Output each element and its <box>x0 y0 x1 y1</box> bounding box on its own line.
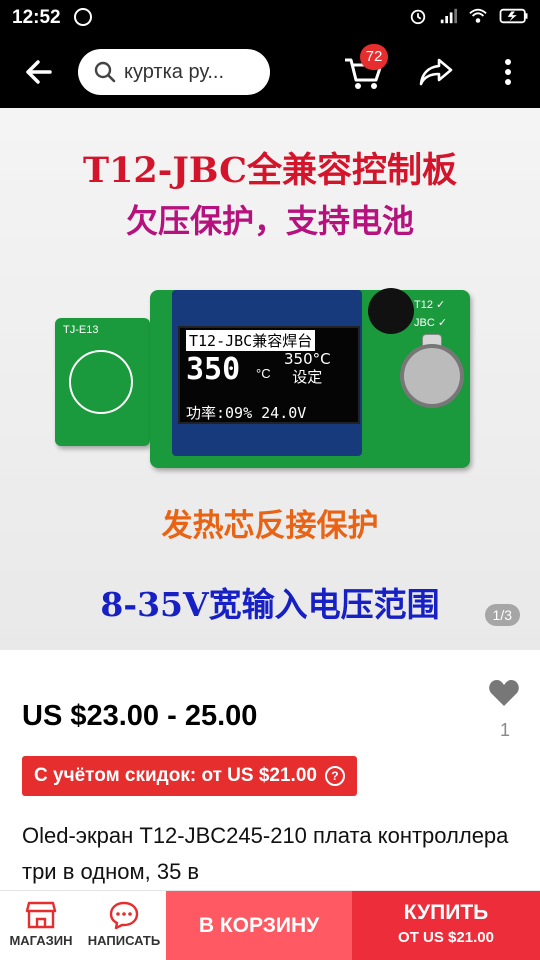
connector-circle <box>69 350 133 414</box>
search-input[interactable]: куртка ру... <box>78 49 270 95</box>
message-label: НАПИСАТЬ <box>87 933 161 948</box>
oled-setpoint: 350°C 设定 <box>284 350 331 386</box>
chat-icon <box>109 901 139 930</box>
shop-button[interactable]: МАГАЗИН <box>0 891 82 960</box>
bottom-action-bar: МАГАЗИН НАПИСАТЬ В КОРЗИНУ КУПИТЬ ОТ US … <box>0 890 540 960</box>
buy-label: КУПИТЬ <box>403 901 489 924</box>
heart-icon[interactable] <box>488 678 520 708</box>
oled-set-temp: 350°C <box>284 350 331 368</box>
more-options-icon[interactable] <box>496 56 520 88</box>
search-icon <box>94 61 116 83</box>
image-counter: 1/3 <box>484 604 520 626</box>
price: US $23.00 - 25.00 <box>22 700 258 732</box>
board-tag: TJ-E13 <box>63 324 99 336</box>
store-icon <box>25 901 57 929</box>
buy-now-button[interactable]: КУПИТЬ ОТ US $21.00 <box>352 891 540 960</box>
search-query: куртка ру... <box>124 60 225 83</box>
rotary-encoder <box>400 344 464 408</box>
oled-title: T12-JBC兼容焊台 <box>186 330 316 351</box>
image-feature-1: 发热芯反接保护 <box>161 508 379 544</box>
product-image-carousel[interactable]: T12-JBC全兼容控制板 欠压保护，支持电池 TJ-E13 T12 ✓ JBC… <box>0 108 540 650</box>
favorites-count: 1 <box>499 720 510 740</box>
shop-label: МАГАЗИН <box>9 933 73 948</box>
oled-set-label: 设定 <box>292 368 323 386</box>
oled-status: 功率:09% 24.0V <box>186 404 307 422</box>
status-icons <box>408 7 530 25</box>
back-arrow-icon[interactable] <box>20 54 56 90</box>
alarm-icon <box>410 9 426 25</box>
question-icon: ? <box>324 766 345 786</box>
image-feature-2: 8-35V宽输入电压范围 <box>100 585 440 624</box>
buy-price: ОТ US $21.00 <box>398 929 494 946</box>
battery-icon <box>499 8 528 24</box>
board-label-jbc: JBC ✓ <box>414 317 448 329</box>
image-subheadline: 欠压保护，支持电池 <box>125 202 414 240</box>
cart-count-badge: 72 <box>360 44 388 70</box>
discount-badge[interactable]: С учётом скидок: от US $21.00 ? <box>22 756 357 796</box>
status-time: 12:52 <box>12 7 61 28</box>
oled-unit: °C <box>256 366 271 381</box>
signal-icon <box>440 8 457 24</box>
app-bar: куртка ру... 72 <box>0 36 540 108</box>
oled-screen: T12-JBC兼容焊台 350 °C 350°C 设定 功率:09% 24.0V <box>178 326 360 424</box>
product-title: Oled-экран T12-JBC245-210 плата контролл… <box>22 823 509 884</box>
notification-icon <box>74 8 92 26</box>
small-board: TJ-E13 <box>55 318 150 446</box>
discount-text: С учётом скидок: от US $21.00 <box>34 765 317 786</box>
buzzer <box>368 288 414 334</box>
board-label-t12: T12 ✓ <box>414 299 446 311</box>
add-to-cart-button[interactable]: В КОРЗИНУ <box>166 891 352 960</box>
wifi-icon <box>469 8 487 23</box>
share-icon[interactable] <box>418 56 454 88</box>
message-button[interactable]: НАПИСАТЬ <box>82 891 166 960</box>
image-headline: T12-JBC全兼容控制板 <box>83 150 457 191</box>
oled-temperature: 350 <box>186 352 241 387</box>
status-bar: 12:52 <box>0 0 540 36</box>
